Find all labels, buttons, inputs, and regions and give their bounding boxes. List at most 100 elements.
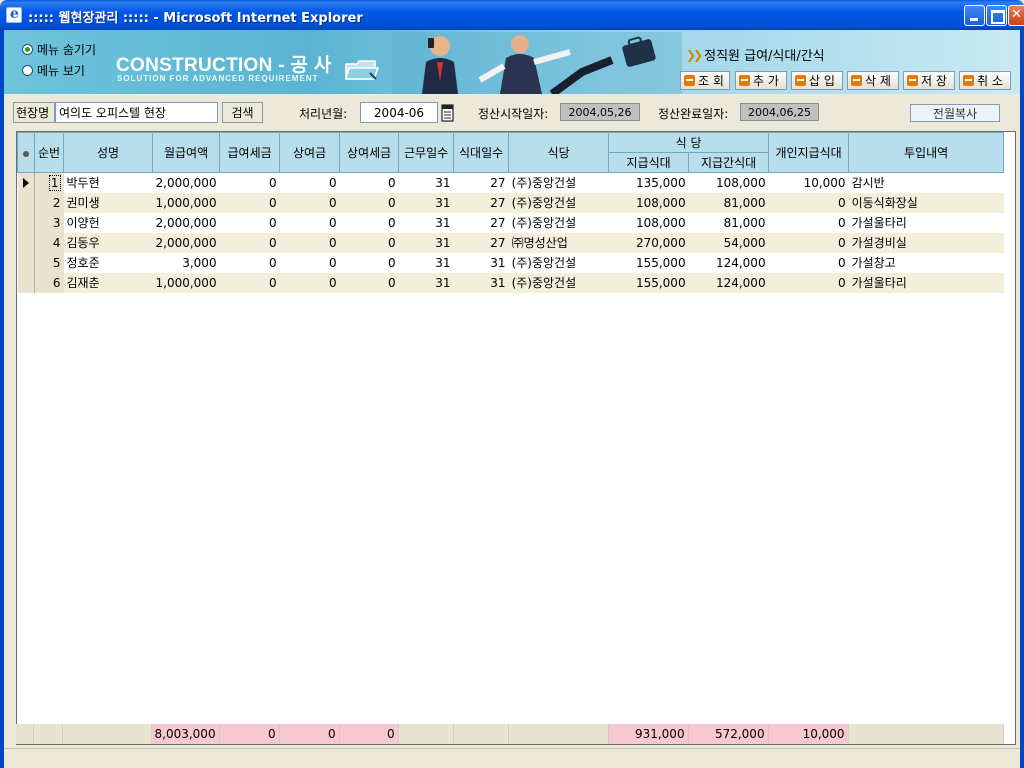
cell-meal-days[interactable]: 31 (453, 252, 509, 273)
cell-assignment[interactable]: 가설울타리 (848, 272, 1004, 293)
minimize-button[interactable] (964, 5, 985, 26)
cell-salary-tax[interactable]: 0 (219, 172, 280, 193)
row-selector[interactable] (17, 252, 35, 273)
col-canteen[interactable]: 식당 (508, 132, 610, 173)
cell-salary[interactable]: 2,000,000 (152, 232, 220, 253)
row-selector[interactable] (17, 172, 35, 193)
cell-snack-pay[interactable]: 124,000 (688, 272, 769, 293)
cell-assignment[interactable]: 가설창고 (848, 252, 1004, 273)
cell-personal-meal[interactable]: 0 (768, 272, 849, 293)
query-button[interactable]: 조 회 (680, 71, 730, 90)
cell-meal-pay[interactable]: 155,000 (608, 252, 689, 273)
cell-bonus-tax[interactable]: 0 (339, 192, 399, 213)
cell-snack-pay[interactable]: 54,000 (688, 232, 769, 253)
col-salary[interactable]: 월급여액 (151, 132, 221, 173)
cell-salary-tax[interactable]: 0 (219, 212, 280, 233)
cell-canteen[interactable]: (주)중앙건설 (508, 172, 609, 193)
save-button[interactable]: 저 장 (903, 71, 955, 90)
col-snack-pay[interactable]: 지급간식대 (688, 152, 770, 173)
cell-snack-pay[interactable]: 108,000 (688, 172, 769, 193)
cell-snack-pay[interactable]: 124,000 (688, 252, 769, 273)
cell-personal-meal[interactable]: 0 (768, 252, 849, 273)
cell-assignment[interactable]: 이동식화장실 (848, 192, 1004, 213)
cell-bonus[interactable]: 0 (279, 192, 340, 213)
cell-salary-tax[interactable]: 0 (219, 192, 280, 213)
cell-name[interactable]: 박두현 (63, 172, 153, 193)
cell-name[interactable]: 김동우 (63, 232, 153, 253)
row-selector[interactable] (17, 272, 35, 293)
cancel-button[interactable]: 취 소 (959, 71, 1011, 90)
cell-salary-tax[interactable]: 0 (219, 252, 280, 273)
cell-personal-meal[interactable]: 0 (768, 192, 849, 213)
col-meal-pay[interactable]: 지급식대 (608, 152, 690, 173)
cell-assignment[interactable]: 감시반 (848, 172, 1004, 193)
copy-previous-month-button[interactable]: 전월복사 (910, 104, 1000, 122)
cell-assignment[interactable]: 가설울타리 (848, 212, 1004, 233)
table-row[interactable]: 2 권미생 1,000,000 0 0 0 31 27 (주)중앙건설 108,… (17, 192, 1004, 213)
close-button[interactable] (1008, 5, 1024, 26)
cell-meal-days[interactable]: 27 (453, 192, 509, 213)
cell-meal-days[interactable]: 31 (453, 272, 509, 293)
cell-meal-days[interactable]: 27 (453, 232, 509, 253)
col-bonus[interactable]: 상여금 (279, 132, 341, 173)
cell-assignment[interactable]: 가설경비실 (848, 232, 1004, 253)
table-row[interactable]: 1 박두현 2,000,000 0 0 0 31 27 (주)중앙건설 135,… (17, 172, 1004, 193)
cell-bonus[interactable]: 0 (279, 272, 340, 293)
cell-bonus-tax[interactable]: 0 (339, 252, 399, 273)
cell-bonus-tax[interactable]: 0 (339, 232, 399, 253)
cell-canteen[interactable]: (주)중앙건설 (508, 192, 609, 213)
cell-work-days[interactable]: 31 (398, 172, 454, 193)
cell-personal-meal[interactable]: 10,000 (768, 172, 849, 193)
table-row[interactable]: 6 김재춘 1,000,000 0 0 0 31 31 (주)중앙건설 155,… (17, 272, 1004, 293)
cell-meal-pay[interactable]: 108,000 (608, 212, 689, 233)
cell-work-days[interactable]: 31 (398, 252, 454, 273)
row-selector[interactable] (17, 232, 35, 253)
cell-salary-tax[interactable]: 0 (219, 232, 280, 253)
site-name-input[interactable]: 여의도 오피스텔 현장 (55, 102, 218, 123)
col-name[interactable]: 성명 (63, 132, 153, 173)
col-group-meal[interactable]: 식 당 (608, 132, 770, 153)
cell-bonus[interactable]: 0 (279, 212, 340, 233)
cell-name[interactable]: 권미생 (63, 192, 153, 213)
cell-snack-pay[interactable]: 81,000 (688, 212, 769, 233)
cell-name[interactable]: 정호준 (63, 252, 153, 273)
row-selector[interactable] (17, 192, 35, 213)
col-salary-tax[interactable]: 급여세금 (219, 132, 281, 173)
maximize-button[interactable] (986, 5, 1007, 26)
cell-snack-pay[interactable]: 81,000 (688, 192, 769, 213)
cell-salary[interactable]: 1,000,000 (152, 272, 220, 293)
cell-bonus[interactable]: 0 (279, 172, 340, 193)
col-meal-days[interactable]: 식대일수 (453, 132, 510, 173)
col-seq[interactable]: 순번 (34, 132, 64, 173)
cell-bonus-tax[interactable]: 0 (339, 172, 399, 193)
col-bonus-tax[interactable]: 상여세금 (339, 132, 400, 173)
cell-canteen[interactable]: (주)중앙건설 (508, 272, 609, 293)
col-personal-meal[interactable]: 개인지급식대 (768, 132, 850, 173)
cell-bonus[interactable]: 0 (279, 252, 340, 273)
row-selector[interactable] (17, 212, 35, 233)
window-title-bar[interactable]: ::::: 웹현장관리 ::::: - Microsoft Internet E… (0, 0, 1024, 30)
cell-salary[interactable]: 1,000,000 (152, 192, 220, 213)
period-input[interactable]: 2004-06 (360, 102, 438, 123)
cell-personal-meal[interactable]: 0 (768, 212, 849, 233)
cell-canteen[interactable]: (주)중앙건설 (508, 252, 609, 273)
insert-button[interactable]: 삽 입 (791, 71, 843, 90)
col-work-days[interactable]: 근무일수 (398, 132, 455, 173)
table-row[interactable]: 5 정호준 3,000 0 0 0 31 31 (주)중앙건설 155,000 … (17, 252, 1004, 273)
cell-bonus-tax[interactable]: 0 (339, 272, 399, 293)
cell-meal-pay[interactable]: 108,000 (608, 192, 689, 213)
cell-salary-tax[interactable]: 0 (219, 272, 280, 293)
cell-name[interactable]: 김재춘 (63, 272, 153, 293)
cell-meal-days[interactable]: 27 (453, 172, 509, 193)
cell-salary[interactable]: 2,000,000 (152, 172, 220, 193)
search-button[interactable]: 검색 (222, 102, 263, 123)
menu-show-radio[interactable]: 메뉴 보기 (22, 62, 85, 78)
cell-meal-days[interactable]: 27 (453, 212, 509, 233)
cell-name[interactable]: 이양헌 (63, 212, 153, 233)
cell-work-days[interactable]: 31 (398, 212, 454, 233)
cell-meal-pay[interactable]: 270,000 (608, 232, 689, 253)
menu-hide-radio[interactable]: 메뉴 숨기기 (22, 41, 96, 57)
cell-work-days[interactable]: 31 (398, 272, 454, 293)
calendar-icon[interactable] (441, 103, 454, 122)
cell-personal-meal[interactable]: 0 (768, 232, 849, 253)
